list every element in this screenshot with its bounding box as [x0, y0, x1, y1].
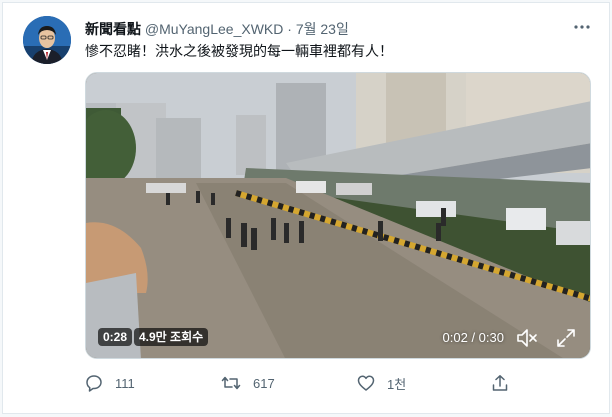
- reply-count: 111: [115, 375, 135, 391]
- heart-icon: [357, 375, 375, 391]
- tweet-date[interactable]: 7월 23일: [296, 21, 349, 37]
- video-time-readout: 0:02 / 0:30: [442, 330, 504, 345]
- retweet-count: 617: [253, 375, 275, 391]
- tweet-text: 慘不忍睹！洪水之後被發現的每一輛車裡都有人！: [85, 43, 393, 59]
- expand-icon: [557, 329, 575, 347]
- like-count: 1천: [387, 376, 407, 392]
- like-button[interactable]: 1천: [357, 373, 406, 393]
- tweet-card[interactable]: 新聞看點 @MuYangLee_XWKD · 7월 23일 慘不忍睹！洪水之後被…: [2, 2, 610, 414]
- more-options-button[interactable]: [569, 17, 595, 37]
- duration-badge: 0:28: [98, 328, 133, 346]
- reply-icon: [86, 375, 102, 392]
- more-horizontal-icon: [574, 25, 590, 29]
- separator: ·: [287, 21, 292, 37]
- volume-muted-icon: [517, 329, 537, 347]
- share-icon: [492, 375, 508, 391]
- video-frame: [86, 73, 590, 358]
- retweet-button[interactable]: 617: [221, 373, 275, 393]
- share-button[interactable]: [491, 373, 509, 393]
- reply-button[interactable]: 111: [85, 373, 135, 393]
- retweet-icon: [221, 376, 241, 390]
- display-name[interactable]: 新聞看點: [85, 21, 141, 37]
- avatar[interactable]: [23, 16, 71, 64]
- mute-button[interactable]: [516, 328, 538, 348]
- user-handle[interactable]: @MuYangLee_XWKD: [145, 21, 283, 37]
- tweet-actions: 111 617 1천: [85, 373, 525, 393]
- tweet-header: 新聞看點 @MuYangLee_XWKD · 7월 23일: [85, 20, 349, 38]
- views-badge: 4.9만 조회수: [134, 328, 209, 346]
- video-player[interactable]: 0:28 4.9만 조회수 0:02 / 0:30: [85, 72, 591, 359]
- fullscreen-button[interactable]: [556, 328, 576, 348]
